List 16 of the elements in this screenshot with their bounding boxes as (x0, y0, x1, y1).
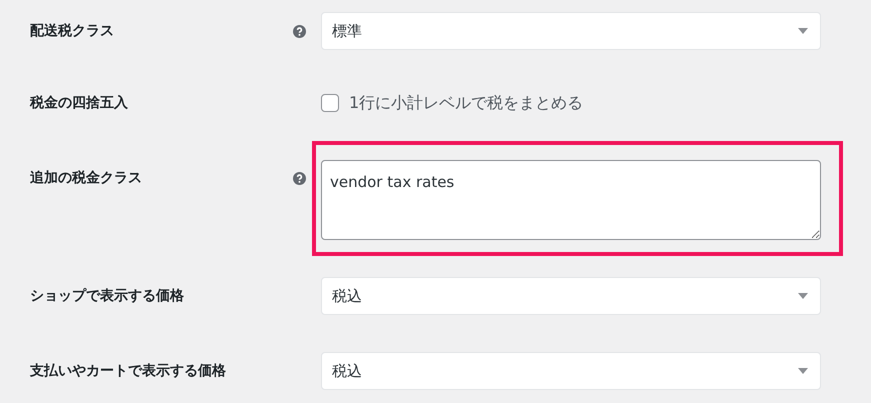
dropdown[interactable]: 税込 (321, 277, 821, 315)
dropdown[interactable]: 標準 (321, 12, 821, 50)
setting-label: 配送税クラス (30, 22, 115, 40)
caret-icon (798, 368, 808, 374)
text-area[interactable]: vendor tax rates (321, 160, 821, 240)
setting-label: 支払いやカートで表示する価格 (30, 362, 227, 380)
caret-icon (798, 293, 808, 299)
setting-label: ショップで表示する価格 (30, 287, 185, 305)
help-icon[interactable] (293, 172, 306, 185)
checkbox-label[interactable]: 1行に小計レベルで税をまとめる (349, 92, 584, 114)
caret-icon (798, 28, 808, 34)
checkbox[interactable] (321, 94, 339, 112)
help-icon[interactable] (293, 24, 306, 38)
setting-label: 税金の四捨五入 (30, 94, 129, 112)
dropdown[interactable]: 税込 (321, 352, 821, 390)
setting-label: 追加の税金クラス (30, 169, 143, 187)
